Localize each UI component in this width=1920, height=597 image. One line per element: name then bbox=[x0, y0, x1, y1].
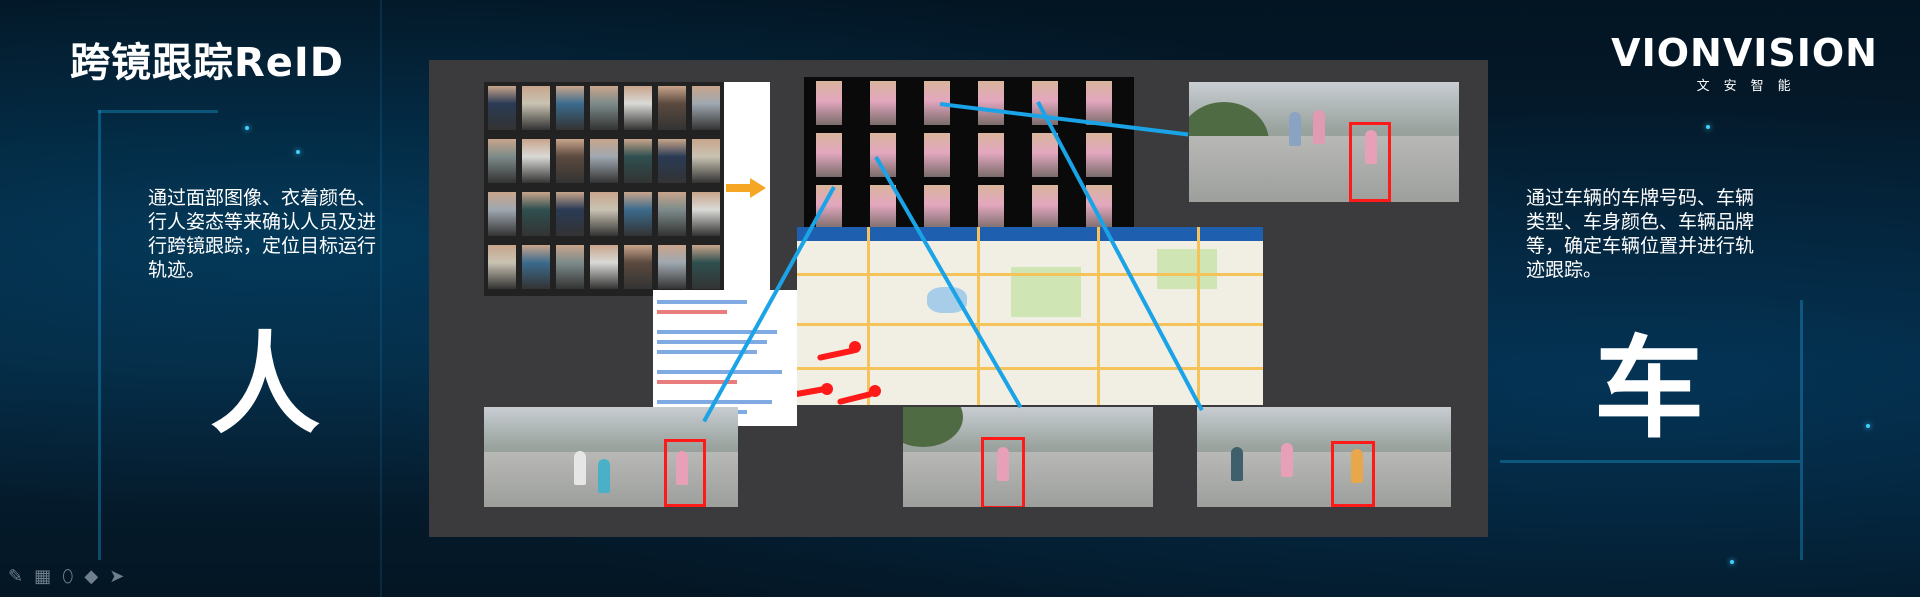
camera-scene-bottom-left bbox=[484, 407, 738, 507]
gallery-thumbnail bbox=[522, 139, 550, 183]
tracklet-thumbnail bbox=[816, 81, 842, 125]
tracklet-thumbnail bbox=[924, 185, 950, 229]
target-highlight-box bbox=[664, 439, 706, 507]
result-line bbox=[657, 300, 747, 304]
scene-pedestrian bbox=[1231, 447, 1243, 481]
scene-tree bbox=[903, 407, 963, 447]
gallery-thumbnail bbox=[692, 192, 720, 236]
scene-pedestrian bbox=[1281, 443, 1293, 477]
bg-line bbox=[98, 110, 101, 560]
gallery-thumbnail bbox=[522, 245, 550, 289]
scene-pedestrian bbox=[598, 459, 610, 493]
logo-text: VIONVISION bbox=[1611, 31, 1878, 75]
tracklet-thumbnail bbox=[924, 133, 950, 177]
bg-dot bbox=[296, 150, 300, 154]
map-road bbox=[1197, 227, 1200, 405]
keyboard-icon[interactable]: ▦ bbox=[34, 566, 51, 587]
tracklet-thumbnail bbox=[1032, 185, 1058, 229]
gallery-thumbnail bbox=[658, 86, 686, 130]
gallery-thumbnail bbox=[556, 192, 584, 236]
gallery-thumbnail bbox=[522, 86, 550, 130]
result-line bbox=[657, 370, 782, 374]
presentation-toolbar: ✎ ▦ ⬯ ◆ ➤ bbox=[8, 566, 124, 587]
result-line bbox=[657, 310, 727, 314]
camera-scene-top-right bbox=[1189, 82, 1459, 202]
map-location-marker bbox=[821, 383, 833, 395]
pen-icon[interactable]: ✎ bbox=[8, 566, 23, 587]
gallery-thumbnail bbox=[590, 245, 618, 289]
result-line bbox=[657, 330, 777, 334]
arrow-right-icon bbox=[726, 178, 766, 198]
bg-line bbox=[380, 0, 382, 597]
map-road bbox=[977, 227, 980, 405]
gallery-thumbnail bbox=[624, 245, 652, 289]
trajectory-map bbox=[797, 227, 1263, 405]
vehicle-label: 车 bbox=[1594, 325, 1704, 453]
gallery-thumbnail bbox=[488, 192, 516, 236]
tracklet-thumbnail bbox=[1032, 133, 1058, 177]
vehicle-description: 通过车辆的车牌号码、车辆类型、车身颜色、车辆品牌等，确定车辆位置并进行轨迹跟踪。 bbox=[1526, 187, 1755, 281]
gallery-thumbnail bbox=[488, 86, 516, 130]
bg-line bbox=[1500, 460, 1800, 463]
gallery-thumbnail bbox=[556, 86, 584, 130]
scene-pedestrian bbox=[1313, 110, 1325, 144]
tracklet-thumbnail bbox=[978, 185, 1004, 229]
gallery-thumbnail bbox=[522, 192, 550, 236]
person-label: 人 bbox=[210, 321, 320, 449]
gallery-thumbnail bbox=[658, 139, 686, 183]
map-park bbox=[1157, 249, 1217, 289]
bg-line bbox=[98, 110, 218, 113]
tracklet-thumbnail bbox=[870, 81, 896, 125]
tracklet-thumbnail bbox=[978, 133, 1004, 177]
scene-pedestrian bbox=[1289, 112, 1301, 146]
scene-road bbox=[1189, 136, 1459, 202]
gallery-thumbnail bbox=[624, 86, 652, 130]
target-highlight-box bbox=[1349, 122, 1391, 202]
gallery-thumbnail bbox=[692, 245, 720, 289]
gallery-thumbnail bbox=[556, 139, 584, 183]
eraser-icon[interactable]: ⬯ bbox=[62, 566, 73, 587]
tracklet-thumbnail bbox=[816, 133, 842, 177]
tracklet-thumbnail bbox=[870, 185, 896, 229]
tracklet-thumbnail bbox=[1086, 81, 1112, 125]
person-description: 通过面部图像、衣着颜色、行人姿态等来确认人员及进行跨镜跟踪，定位目标运行轨迹。 bbox=[148, 187, 377, 281]
gallery-thumbnail bbox=[590, 139, 618, 183]
map-location-marker bbox=[849, 341, 861, 353]
scene-pedestrian bbox=[574, 451, 586, 485]
gallery-thumbnail bbox=[692, 86, 720, 130]
camera-scene-bottom-right bbox=[1197, 407, 1451, 507]
highlighter-icon[interactable]: ◆ bbox=[84, 566, 98, 587]
target-highlight-box bbox=[1331, 441, 1375, 507]
map-road bbox=[1097, 227, 1100, 405]
bg-dot bbox=[1866, 424, 1870, 428]
bg-dot bbox=[1706, 125, 1710, 129]
gallery-thumbnail bbox=[556, 245, 584, 289]
logo-subtitle: 文安智能 bbox=[1696, 79, 1805, 94]
slide-title: 跨镜跟踪ReID bbox=[70, 40, 345, 86]
gallery-thumbnail bbox=[590, 86, 618, 130]
gallery-thumbnail bbox=[658, 245, 686, 289]
bg-line bbox=[1800, 300, 1803, 560]
map-road bbox=[867, 227, 870, 405]
bg-dot bbox=[245, 126, 249, 130]
gallery-thumbnail bbox=[624, 139, 652, 183]
tracklet-thumbnail bbox=[978, 81, 1004, 125]
tracklet-strip bbox=[804, 77, 1134, 237]
gallery-thumbnail bbox=[488, 139, 516, 183]
bg-dot bbox=[1730, 560, 1734, 564]
gallery-thumbnail bbox=[658, 192, 686, 236]
map-location-marker bbox=[869, 385, 881, 397]
gallery-image-area bbox=[484, 82, 724, 296]
tracklet-thumbnail bbox=[1086, 133, 1112, 177]
target-highlight-box bbox=[981, 437, 1025, 507]
gallery-thumbnail bbox=[488, 245, 516, 289]
gallery-thumbnail bbox=[692, 139, 720, 183]
search-result-list bbox=[653, 290, 797, 426]
scene-road bbox=[903, 452, 1153, 507]
gallery-thumbnail bbox=[590, 192, 618, 236]
company-logo: VIONVISION 文安智能 bbox=[1611, 34, 1878, 94]
gallery-thumbnail bbox=[624, 192, 652, 236]
camera-scene-bottom-middle bbox=[903, 407, 1153, 507]
pointer-icon[interactable]: ➤ bbox=[109, 566, 124, 587]
